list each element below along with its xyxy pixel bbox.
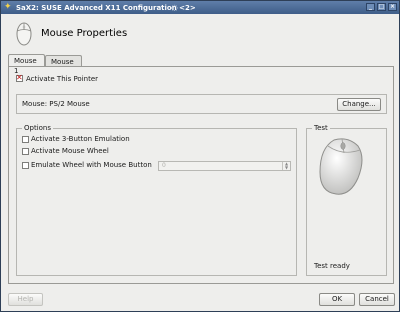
options-group-title: Options (22, 124, 54, 132)
test-status: Test ready (314, 262, 350, 270)
wheel-button-value: 0 (162, 162, 166, 169)
close-icon[interactable]: × (388, 3, 397, 11)
activate-pointer-label: Activate This Pointer (26, 75, 99, 83)
tab-mouse-2[interactable]: Mouse 2 (45, 55, 82, 76)
mouse-header-icon (16, 22, 32, 46)
window-title: SaX2: SUSE Advanced X11 Configuration <2… (16, 4, 196, 12)
activate-pointer-checkbox[interactable] (16, 73, 23, 82)
three-button-emulation-checkbox[interactable] (22, 136, 29, 143)
test-group-title: Test (312, 124, 330, 132)
maximize-icon[interactable]: □ (377, 3, 386, 11)
page-title: Mouse Properties (41, 28, 128, 39)
three-button-emulation-label: Activate 3-Button Emulation (31, 135, 130, 143)
ok-button[interactable]: OK (319, 293, 355, 306)
mouse-type-label: Mouse: PS/2 Mouse (22, 100, 90, 108)
emulate-wheel-label: Emulate Wheel with Mouse Button (31, 161, 152, 169)
wheel-button-spinbox[interactable]: 0 ▲ ▼ (158, 161, 291, 171)
tab-mouse-1[interactable]: Mouse 1 (8, 54, 45, 75)
cancel-button[interactable]: Cancel (359, 293, 395, 306)
test-mouse-image[interactable] (314, 136, 366, 198)
mouse-wheel-label: Activate Mouse Wheel (31, 147, 109, 155)
minimize-icon[interactable]: _ (366, 3, 375, 11)
help-button[interactable]: Help (8, 293, 43, 306)
title-bar[interactable]: ✦ SaX2: SUSE Advanced X11 Configuration … (1, 1, 399, 14)
spinbox-arrows-icon[interactable]: ▲ ▼ (282, 162, 290, 170)
change-button[interactable]: Change... (337, 98, 381, 111)
title-sticky-icon: ◌ (171, 3, 178, 12)
mouse-wheel-checkbox[interactable] (22, 148, 29, 155)
sax-app-icon[interactable]: ✦ (4, 3, 13, 12)
emulate-wheel-checkbox[interactable] (22, 162, 29, 169)
sax2-window: ✦ SaX2: SUSE Advanced X11 Configuration … (0, 0, 400, 312)
